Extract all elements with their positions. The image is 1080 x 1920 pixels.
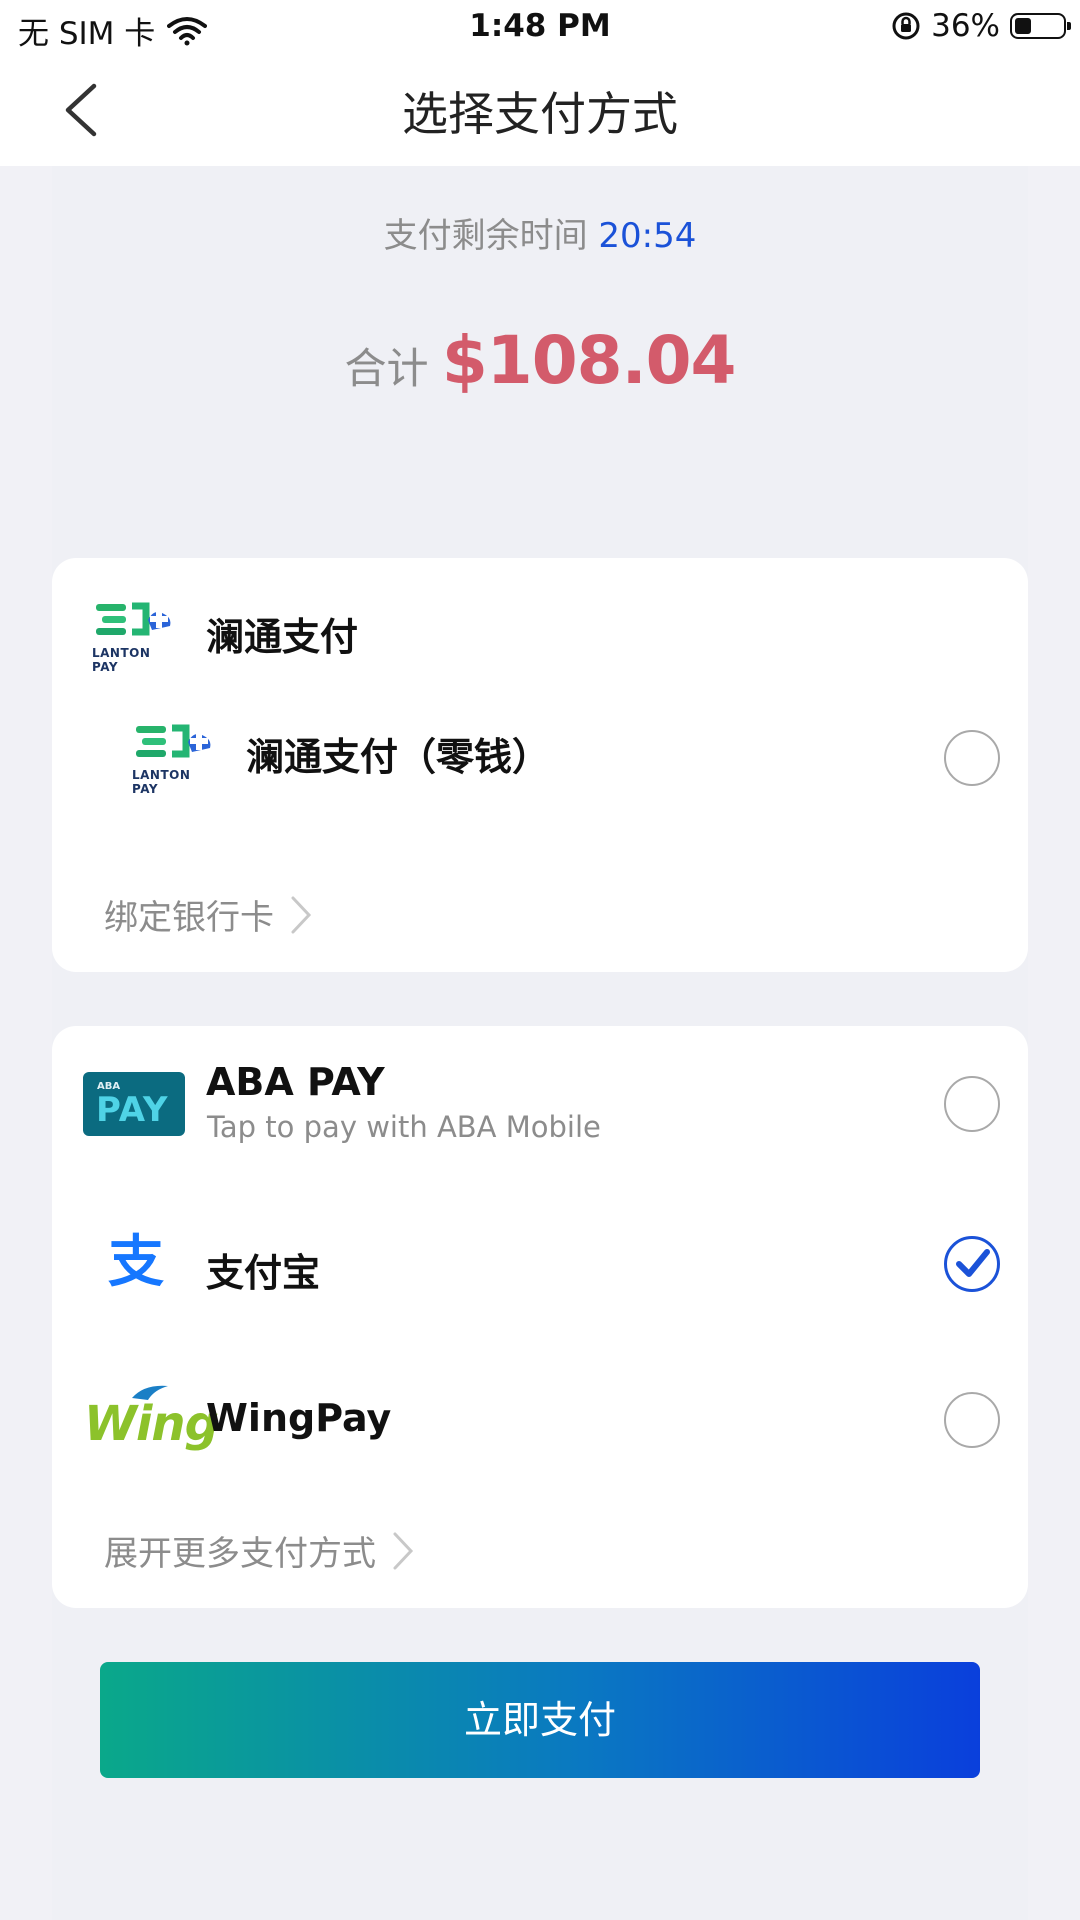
- bind-bank-card-link[interactable]: 绑定银行卡: [104, 890, 312, 939]
- payment-option-lanton-wallet[interactable]: LANTON PAY 澜通支付（零钱）: [52, 708, 1028, 798]
- alipay-logo: 支: [108, 1230, 164, 1295]
- wing-logo-text: Wing: [84, 1396, 219, 1452]
- more-payment-methods-link[interactable]: 展开更多支付方式: [104, 1526, 414, 1575]
- aba-pay-subtitle: Tap to pay with ABA Mobile: [207, 1110, 601, 1144]
- aba-pay-radio[interactable]: [944, 1076, 1000, 1132]
- timer-value: 20:54: [598, 216, 697, 256]
- wingpay-label: WingPay: [206, 1396, 392, 1440]
- payment-timer: 支付剩余时间 20:54: [0, 208, 1080, 257]
- top-bar: 无 SIM 卡 1:48 PM 36% 选择支付方式: [0, 0, 1080, 166]
- alipay-label: 支付宝: [206, 1251, 321, 1295]
- bind-bank-card-label: 绑定银行卡: [104, 898, 274, 938]
- lanton-wallet-label: 澜通支付（零钱）: [246, 735, 551, 779]
- lanton-wallet-logo: LANTON PAY: [132, 722, 216, 796]
- lanton-pay-header: 澜通支付: [206, 615, 359, 659]
- chevron-right-icon: [393, 1532, 414, 1569]
- alipay-radio[interactable]: [944, 1236, 1000, 1292]
- pay-now-button[interactable]: 立即支付: [100, 1662, 980, 1778]
- lanton-wallet-radio[interactable]: [944, 730, 1000, 786]
- battery-icon: [1010, 13, 1071, 39]
- aba-pay-logo: ABA PAY: [83, 1072, 185, 1136]
- payment-option-wingpay[interactable]: Wing WingPay: [52, 1372, 1028, 1472]
- lanton-pay-logo-text: LANTON PAY: [92, 646, 151, 674]
- page-title: 选择支付方式: [402, 87, 678, 141]
- wingpay-radio[interactable]: [944, 1392, 1000, 1448]
- order-total: 合计 $108.04: [0, 322, 1080, 399]
- wing-logo: Wing: [82, 1382, 219, 1462]
- total-label: 合计: [344, 344, 429, 393]
- status-bar: 无 SIM 卡 1:48 PM 36%: [0, 0, 1080, 54]
- more-payment-methods-label: 展开更多支付方式: [104, 1534, 376, 1574]
- lanton-wallet-logo-text: LANTON PAY: [132, 768, 191, 796]
- payment-option-aba-pay[interactable]: ABA PAY ABA PAY Tap to pay with ABA Mobi…: [52, 1056, 1028, 1166]
- lanton-pay-logo-icon: [96, 602, 171, 636]
- aba-pay-label: ABA PAY: [206, 1060, 385, 1104]
- battery-fill: [1015, 18, 1031, 34]
- status-right: 36%: [891, 8, 1071, 44]
- aba-logo-main: PAY: [96, 1090, 169, 1130]
- payment-option-alipay[interactable]: 支 支付宝: [52, 1216, 1028, 1316]
- payment-methods-card: ABA PAY ABA PAY Tap to pay with ABA Mobi…: [52, 1026, 1028, 1608]
- timer-label: 支付剩余时间: [383, 216, 588, 256]
- chevron-right-icon: [291, 896, 312, 933]
- lanton-pay-card: LANTON PAY 澜通支付 LANTON PAY 澜通支付（零钱） 绑定银行…: [52, 558, 1028, 972]
- orientation-lock-icon: [892, 12, 920, 40]
- checkmark-icon: [956, 1249, 990, 1277]
- total-amount: $108.04: [441, 322, 737, 399]
- lanton-wallet-logo-icon: [136, 724, 211, 758]
- lanton-pay-logo: LANTON PAY: [92, 600, 176, 674]
- battery-percent: 36%: [931, 8, 1000, 44]
